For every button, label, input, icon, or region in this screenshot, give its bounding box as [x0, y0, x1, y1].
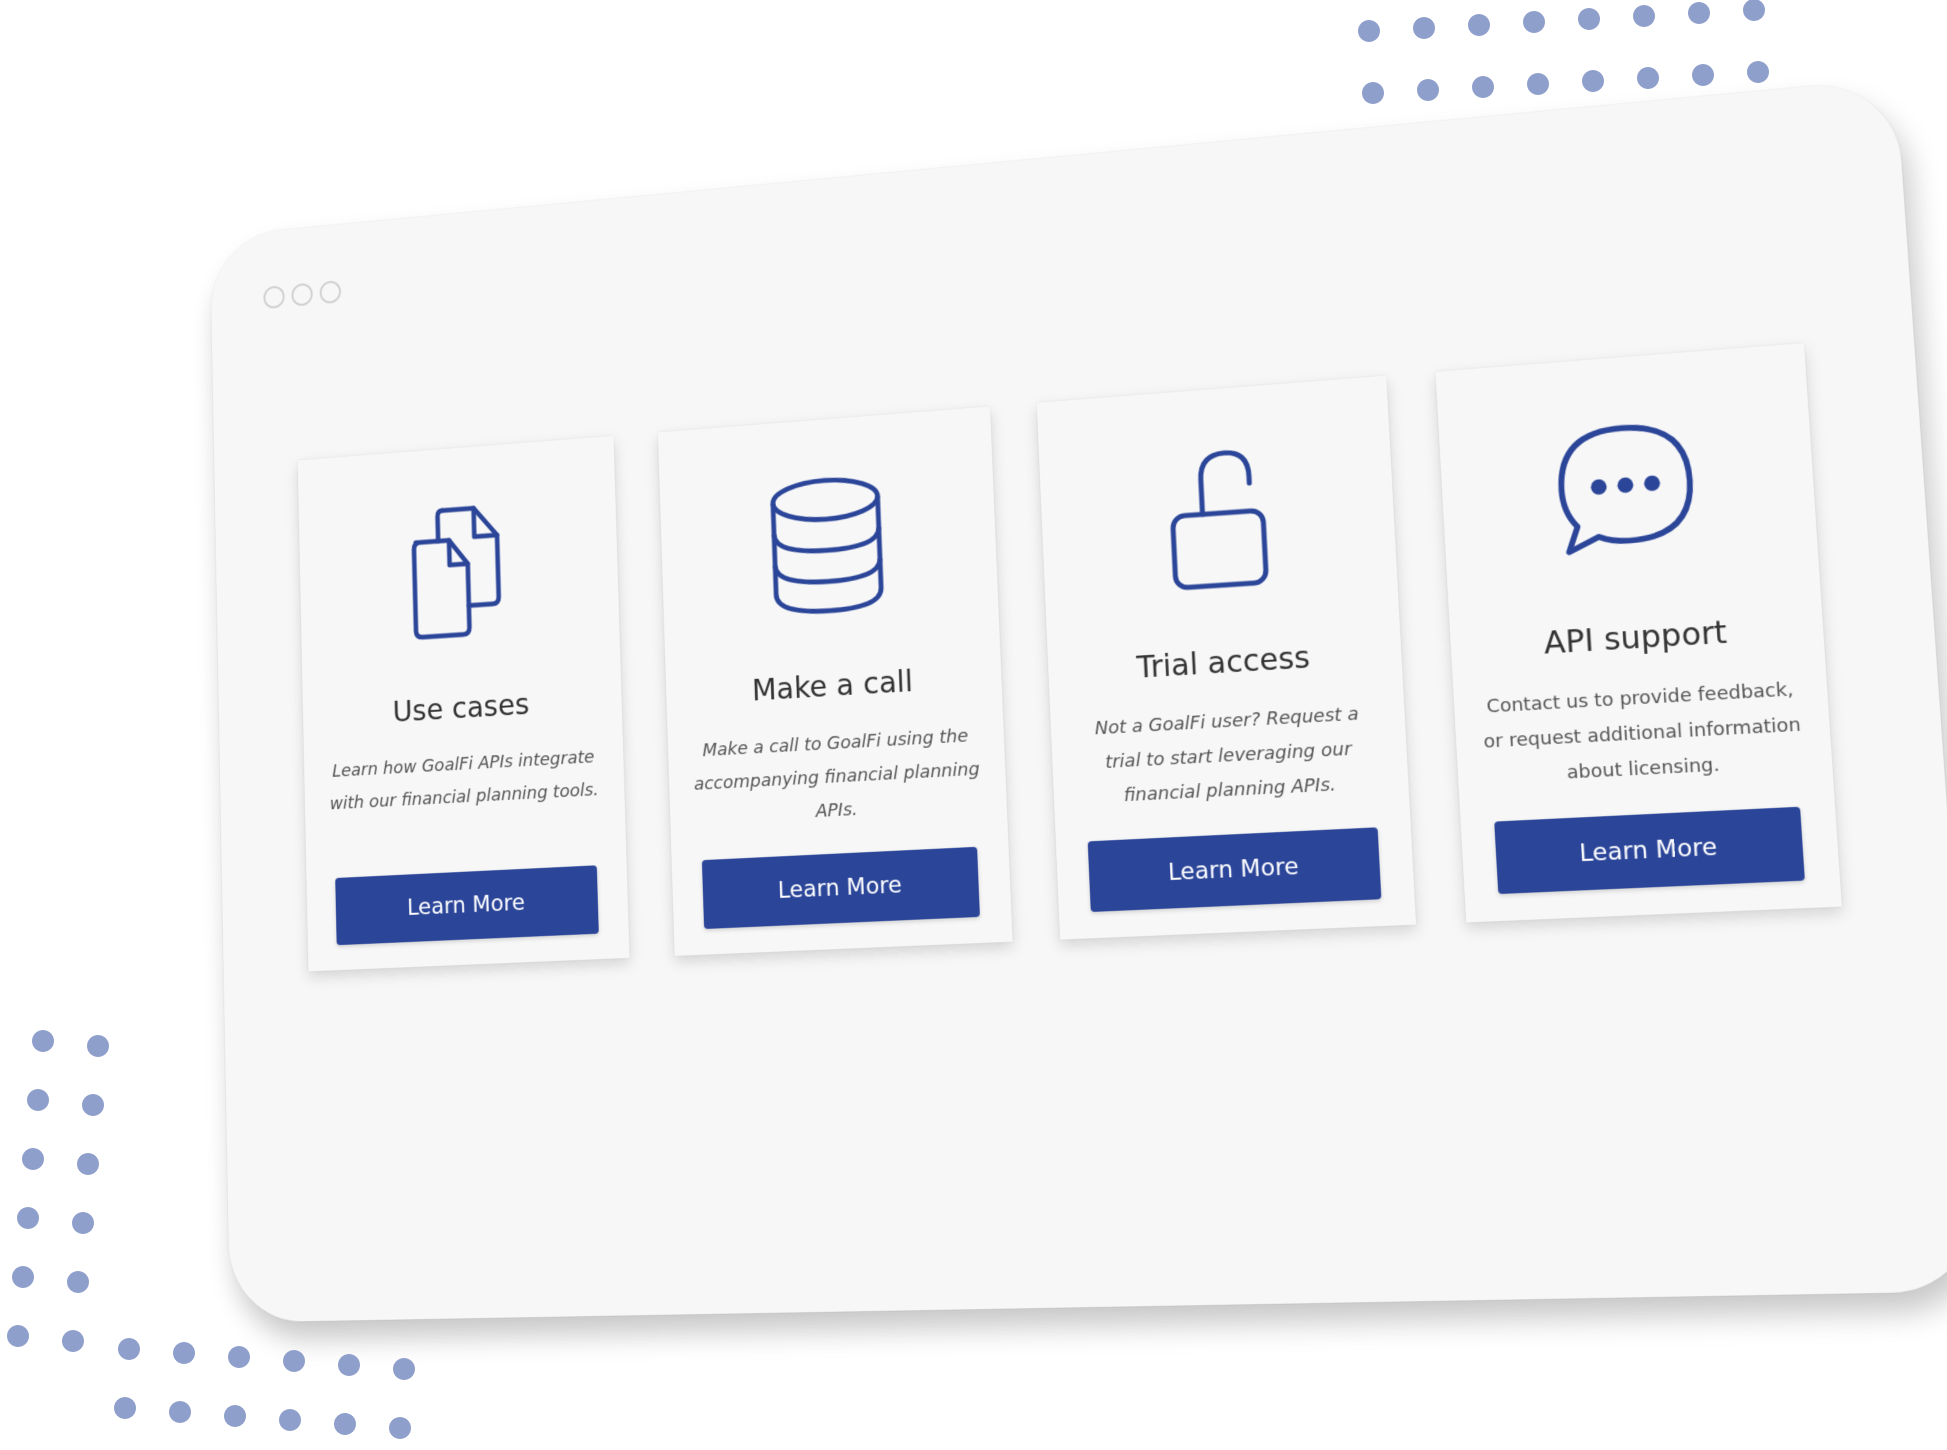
decorative-dot	[1692, 64, 1714, 86]
decorative-dot	[82, 1094, 104, 1116]
decorative-dot	[1362, 82, 1384, 104]
decorative-dot	[1578, 8, 1600, 30]
learn-more-button[interactable]: Learn More	[1087, 827, 1382, 913]
decorative-dot	[1523, 11, 1545, 33]
chat-bubble-icon	[1547, 408, 1704, 572]
database-icon	[758, 468, 897, 623]
decorative-dot	[279, 1409, 301, 1431]
decorative-dot	[389, 1417, 411, 1439]
decorative-dot	[334, 1413, 356, 1435]
decorative-dot	[1637, 67, 1659, 89]
decorative-dot	[1358, 20, 1380, 42]
card-title: Trial access	[1135, 640, 1311, 686]
card-title: API support	[1542, 614, 1729, 662]
decorative-dot	[1743, 0, 1765, 21]
decorative-dot	[1633, 5, 1655, 27]
card-title: Use cases	[392, 687, 530, 730]
card-trial-access: Trial access Not a GoalFi user? Request …	[1036, 375, 1417, 940]
decorative-dot	[67, 1271, 89, 1293]
learn-more-button[interactable]: Learn More	[701, 846, 980, 930]
card-row: Use cases Learn how GoalFi APIs integrat…	[297, 343, 1842, 972]
decorative-dot	[1582, 70, 1604, 92]
window-control-dot[interactable]	[291, 282, 313, 307]
decorative-dot	[228, 1346, 250, 1368]
decorative-dot	[1472, 76, 1494, 98]
decorative-dot	[1688, 2, 1710, 24]
window-controls	[263, 280, 342, 310]
documents-icon	[392, 495, 523, 646]
card-description: Not a GoalFi user? Request a trial to st…	[1094, 703, 1360, 807]
card-description: Learn how GoalFi APIs integrate with our…	[329, 746, 599, 815]
window-control-dot[interactable]	[319, 280, 342, 305]
decorative-dot	[32, 1030, 54, 1052]
decorative-dot	[77, 1153, 99, 1175]
card-make-a-call: Make a call Make a call to GoalFi using …	[657, 406, 1013, 956]
decorative-dot	[7, 1325, 29, 1347]
card-use-cases: Use cases Learn how GoalFi APIs integrat…	[297, 435, 630, 972]
decorative-dot	[169, 1401, 191, 1423]
decorative-dot	[393, 1358, 415, 1380]
decorative-dot	[27, 1089, 49, 1111]
window-control-dot[interactable]	[263, 285, 285, 310]
decorative-dot	[17, 1207, 39, 1229]
browser-window: Use cases Learn how GoalFi APIs integrat…	[210, 78, 1947, 1323]
decorative-dot	[87, 1035, 109, 1057]
decorative-dot	[283, 1350, 305, 1372]
decorative-dot	[224, 1405, 246, 1427]
decorative-dot	[12, 1266, 34, 1288]
decorative-dot	[1747, 61, 1769, 83]
stage: Use cases Learn how GoalFi APIs integrat…	[0, 0, 1947, 1450]
decorative-dot	[1413, 17, 1435, 39]
learn-more-button[interactable]: Learn More	[335, 865, 599, 946]
decorative-dot	[173, 1342, 195, 1364]
decorative-dot	[338, 1354, 360, 1376]
card-title: Make a call	[751, 664, 914, 709]
decorative-dot	[62, 1330, 84, 1352]
learn-more-button[interactable]: Learn More	[1494, 806, 1805, 895]
decorative-dot	[72, 1212, 94, 1234]
decorative-dot	[22, 1148, 44, 1170]
decorative-dot	[1468, 14, 1490, 36]
card-description: Make a call to GoalFi using the accompan…	[693, 725, 981, 822]
decorative-dot	[114, 1397, 136, 1419]
unlocked-padlock-icon	[1142, 439, 1290, 598]
decorative-dot	[1527, 73, 1549, 95]
card-api-support: API support Contact us to provide feedba…	[1435, 343, 1842, 923]
decorative-dot	[1417, 79, 1439, 101]
decorative-dot	[118, 1338, 140, 1360]
card-description: Contact us to provide feedback, or reque…	[1483, 678, 1802, 784]
